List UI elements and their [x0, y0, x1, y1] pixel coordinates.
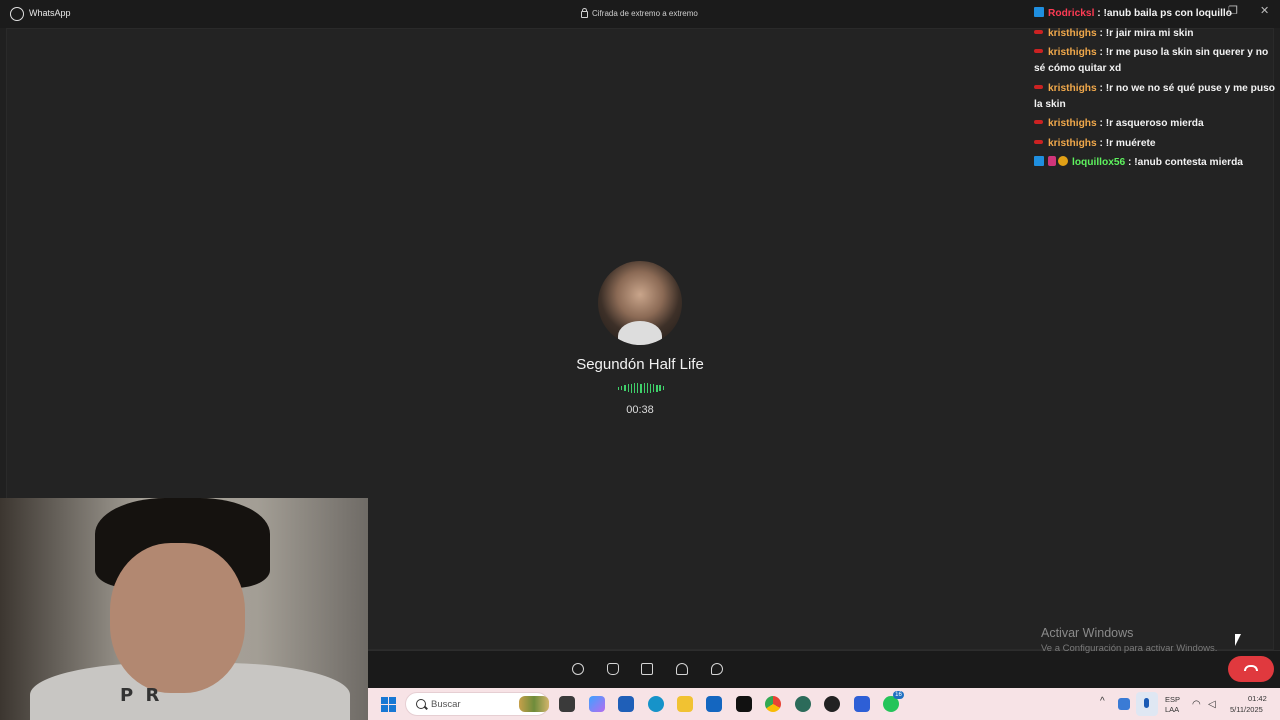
audio-waveform-icon [618, 383, 664, 393]
chat-username: kristhighs [1048, 118, 1097, 129]
chat-badge-icon [1048, 156, 1056, 166]
contact-avatar [598, 261, 682, 345]
language-line2[interactable]: LAA [1165, 705, 1179, 714]
chevron-up-icon[interactable]: ^ [1100, 696, 1105, 707]
chat-badge-icon [1034, 156, 1044, 166]
chat-text: : !anub baila ps con loquillo [1094, 8, 1232, 19]
microphone-icon[interactable] [1136, 692, 1158, 716]
chat-username: loquillox56 [1072, 157, 1126, 168]
chat-message: kristhighs : !r no we no sé qué puse y m… [1034, 81, 1278, 113]
chat-username: kristhighs [1048, 47, 1097, 58]
app-icon[interactable] [795, 696, 811, 712]
taskbar-search[interactable]: Buscar [405, 692, 549, 716]
chat-badge-icon [1034, 49, 1043, 53]
chat-badge-icon [1058, 156, 1068, 166]
app-icon[interactable] [854, 696, 870, 712]
store-icon[interactable] [618, 696, 634, 712]
search-placeholder: Buscar [431, 699, 461, 710]
chat-message: kristhighs : !r me puso la skin sin quer… [1034, 45, 1278, 77]
chat-text: : !r muérete [1096, 137, 1156, 149]
file-explorer-icon[interactable] [677, 696, 693, 712]
chat-message: kristhighs : !r asqueroso mierda [1034, 116, 1278, 132]
wifi-icon[interactable]: ◠ [1192, 699, 1201, 710]
end-call-button[interactable] [1228, 656, 1274, 682]
task-view-icon[interactable] [559, 696, 575, 712]
chat-badge-icon [1034, 29, 1043, 34]
emoji-reaction-icon[interactable] [572, 663, 584, 675]
activate-windows-subtitle: Ve a Configuración para activar Windows. [1041, 643, 1218, 654]
lock-icon [581, 8, 588, 18]
outlook-icon[interactable] [706, 696, 722, 712]
add-participant-icon[interactable] [676, 663, 688, 675]
encryption-label: Cifrada de extremo a extremo [592, 9, 698, 18]
raise-hand-icon[interactable] [607, 663, 619, 675]
search-highlight-image [519, 696, 549, 712]
stream-chat-overlay: Rodricksl : !anub baila ps con loquillo k… [1034, 6, 1278, 175]
chat-icon[interactable] [711, 663, 723, 675]
chat-badge-icon [1034, 7, 1044, 17]
webcam-overlay: P R [0, 498, 368, 720]
contact-name: Segundón Half Life [576, 356, 704, 373]
chat-message: Rodricksl : !anub baila ps con loquillo [1034, 6, 1278, 22]
windows-start-icon[interactable] [381, 697, 396, 712]
share-screen-icon[interactable] [641, 663, 653, 675]
chat-badge-icon [1034, 84, 1043, 89]
chat-username: kristhighs [1048, 82, 1097, 94]
search-icon [416, 699, 426, 709]
chat-username: kristhighs [1048, 137, 1097, 149]
whatsapp-badge: 16 [893, 691, 904, 699]
clock-date[interactable]: 5/11/2025 [1230, 705, 1263, 714]
webcam-face [110, 543, 245, 693]
chat-text: : !r asqueroso mierda [1096, 118, 1204, 129]
chat-username: kristhighs [1048, 27, 1097, 39]
language-line1[interactable]: ESP [1165, 695, 1180, 704]
webcam-shirt-text: P R [120, 685, 163, 706]
edge-icon[interactable] [648, 696, 664, 712]
clock-time[interactable]: 01:42 [1248, 694, 1267, 703]
chat-username: Rodricksl [1048, 8, 1095, 19]
chat-badge-icon [1034, 139, 1043, 144]
taskbar: Buscar 16 ^ ESP LAA ◠ ◁ 01:42 5/11/2025 [368, 688, 1280, 720]
obs-icon[interactable] [824, 696, 840, 712]
volume-icon[interactable]: ◁ [1208, 699, 1216, 710]
chrome-icon[interactable] [765, 696, 781, 712]
chat-text: : !r jair mira mi skin [1096, 27, 1194, 39]
tiktok-icon[interactable] [736, 696, 752, 712]
call-controls-bar [368, 650, 1280, 688]
mouse-cursor-icon [1235, 634, 1241, 646]
chat-message: kristhighs : !r jair mira mi skin [1034, 26, 1278, 42]
activate-windows-title: Activar Windows [1041, 626, 1134, 640]
encryption-notice: Cifrada de extremo a extremo [581, 8, 698, 18]
chat-message: loquillox56 : !anub contesta mierda [1034, 155, 1278, 171]
tray-app-icon[interactable] [1118, 698, 1130, 710]
app-name: WhatsApp [29, 8, 71, 18]
chat-message: kristhighs : !r muérete [1034, 136, 1278, 152]
copilot-icon[interactable] [589, 696, 605, 712]
chat-text: : !anub contesta mierda [1125, 157, 1243, 168]
chat-badge-icon [1034, 120, 1043, 124]
call-duration: 00:38 [626, 404, 654, 416]
whatsapp-logo-icon [10, 7, 24, 21]
